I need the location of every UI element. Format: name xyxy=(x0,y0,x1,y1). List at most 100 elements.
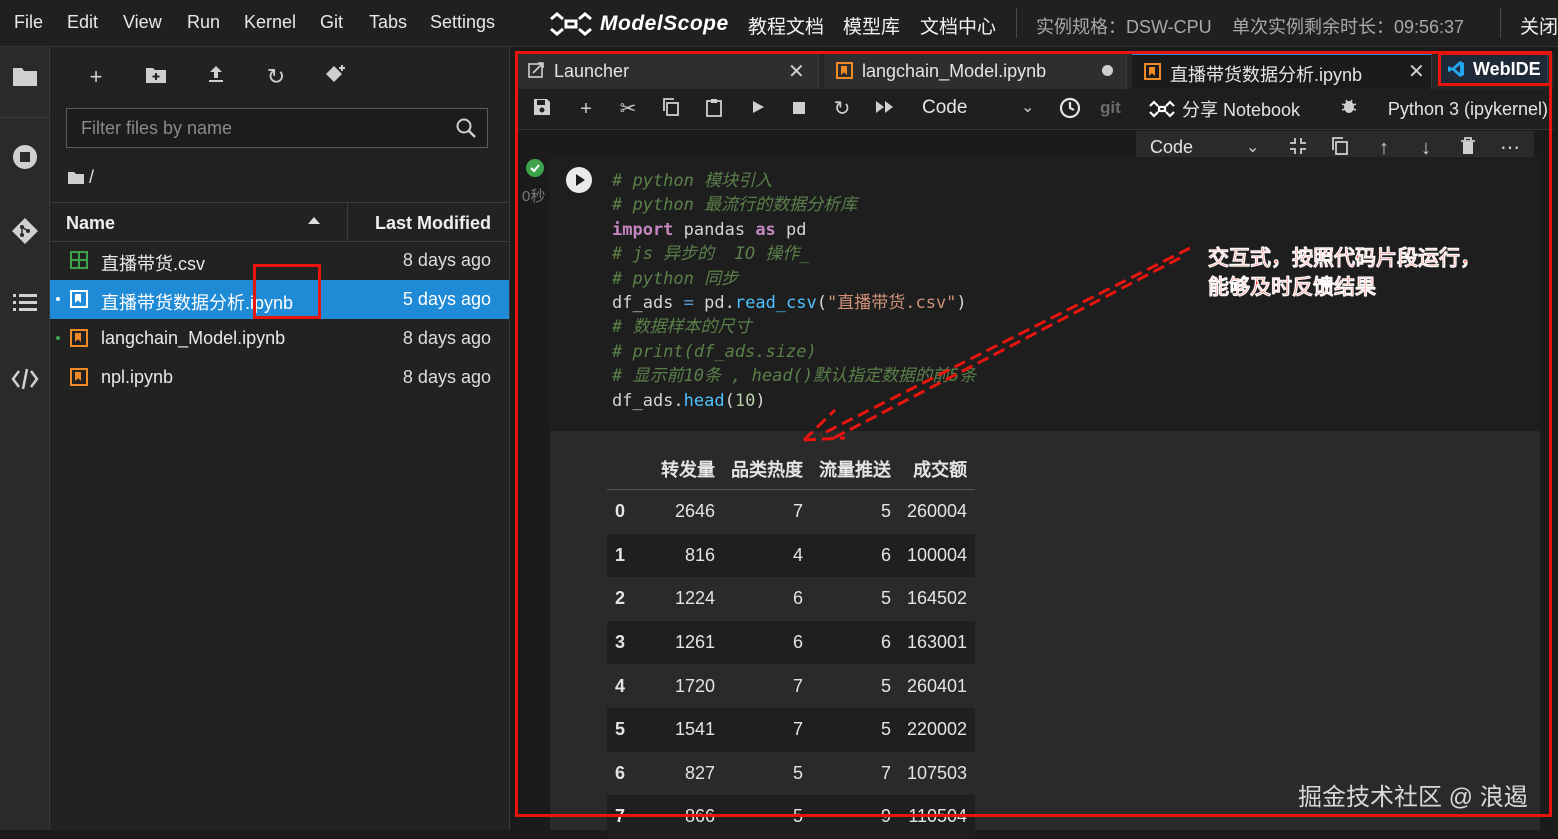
annotation-highlight-box xyxy=(1438,52,1552,86)
filter-files[interactable] xyxy=(66,108,488,148)
table-cell: 220002 xyxy=(899,707,976,752)
save-icon[interactable] xyxy=(530,97,554,121)
modelscope-icon xyxy=(550,12,592,36)
annotation-line: 交互式，按照代码片段运行， xyxy=(1208,247,1482,271)
restart-kernel-icon[interactable]: ↻ xyxy=(830,97,854,121)
table-cell: 6 xyxy=(811,533,899,578)
close-button[interactable]: 关闭 xyxy=(1520,12,1558,39)
divider xyxy=(0,117,49,118)
table-cell: 6 xyxy=(792,588,803,609)
share-notebook-button[interactable]: 分享 Notebook xyxy=(1148,96,1300,122)
column-name[interactable]: Name xyxy=(66,213,115,234)
table-cell: 5 xyxy=(880,588,891,609)
new-folder-icon[interactable] xyxy=(142,63,170,91)
run-cell-button[interactable] xyxy=(566,167,592,193)
notebook-icon xyxy=(70,290,88,308)
table-cell: 1224 xyxy=(674,588,715,609)
menu-file[interactable]: File xyxy=(14,12,43,33)
table-header-row: 转发量 品类热度 流量推送 成交额 xyxy=(607,449,976,490)
cell-type-select[interactable]: Code xyxy=(1150,137,1193,158)
sort-ascending-icon[interactable] xyxy=(308,217,320,224)
row-index: 2 xyxy=(615,588,626,609)
folder-icon xyxy=(68,172,84,184)
close-tab-icon[interactable]: ✕ xyxy=(788,59,805,84)
table-row: 7 866 5 9 110504 xyxy=(607,795,976,839)
run-cell-icon[interactable] xyxy=(746,97,770,121)
code-snippets-icon[interactable] xyxy=(10,367,40,397)
git-clone-icon[interactable] xyxy=(322,63,350,91)
tab-live-commerce-notebook[interactable]: 直播带货数据分析.ipynb ✕ xyxy=(1132,53,1432,89)
cut-icon[interactable]: ✂ xyxy=(616,97,640,121)
table-cell: 7 xyxy=(792,675,803,696)
link-model-library[interactable]: 模型库 xyxy=(843,12,900,39)
file-name: langchain_Model.ipynb xyxy=(101,328,286,348)
menu-view[interactable]: View xyxy=(123,12,162,33)
table-cell: 1541 xyxy=(653,707,723,752)
table-cell: 7 xyxy=(880,762,891,783)
copy-icon[interactable] xyxy=(659,97,683,121)
git-icon[interactable] xyxy=(10,217,40,247)
filter-files-input[interactable] xyxy=(79,117,443,140)
table-cell: 260004 xyxy=(907,501,968,522)
column-divider[interactable] xyxy=(347,203,348,241)
folder-icon[interactable] xyxy=(10,65,40,95)
git-diff-button[interactable]: git xyxy=(1100,98,1121,118)
execution-success-icon xyxy=(526,159,544,177)
close-tab-icon[interactable]: ✕ xyxy=(1408,59,1425,84)
menu-run[interactable]: Run xyxy=(187,12,220,33)
stop-icon[interactable] xyxy=(787,97,811,121)
table-cell: 1720 xyxy=(674,675,715,696)
menu-tabs[interactable]: Tabs xyxy=(369,12,407,33)
file-row[interactable]: npl.ipynb 8 days ago xyxy=(50,358,509,397)
modelscope-logo[interactable]: ModelScope xyxy=(548,10,729,38)
table-row: 3 1261 6 6 163001 xyxy=(607,620,976,665)
table-cell: 5 xyxy=(880,501,891,522)
file-name: npl.ipynb xyxy=(101,367,174,387)
new-launcher-icon[interactable]: + xyxy=(82,63,110,91)
table-cell: 6 xyxy=(811,620,899,665)
table-cell: 9 xyxy=(811,795,899,839)
chevron-down-icon[interactable]: ⌄ xyxy=(1021,97,1034,117)
table-cell: 107503 xyxy=(907,762,968,783)
run-all-icon[interactable] xyxy=(873,97,897,121)
breadcrumb[interactable]: / xyxy=(68,167,94,188)
row-index: 7 xyxy=(607,795,653,839)
link-tutorial-docs[interactable]: 教程文档 xyxy=(748,12,824,39)
link-doc-center[interactable]: 文档中心 xyxy=(920,12,996,39)
menu-edit[interactable]: Edit xyxy=(67,12,98,33)
row-index: 0 xyxy=(615,501,626,522)
refresh-icon[interactable]: ↻ xyxy=(262,63,290,91)
debugger-icon[interactable] xyxy=(1340,97,1358,120)
kernel-name[interactable]: Python 3 (ipykernel) xyxy=(1388,99,1548,120)
menu-kernel[interactable]: Kernel xyxy=(244,12,296,33)
tab-launcher[interactable]: Launcher ✕ xyxy=(516,53,819,89)
menu-settings[interactable]: Settings xyxy=(430,12,495,33)
chevron-down-icon[interactable]: ⌄ xyxy=(1246,137,1259,157)
tab-label: 直播带货数据分析.ipynb xyxy=(1170,65,1363,85)
file-modified: 8 days ago xyxy=(402,328,491,348)
upload-icon[interactable] xyxy=(202,63,230,91)
tab-langchain-model[interactable]: langchain_Model.ipynb xyxy=(824,53,1127,89)
table-cell: 163001 xyxy=(899,620,976,665)
annotation-highlight-box xyxy=(253,264,321,319)
menu-git[interactable]: Git xyxy=(320,12,343,33)
tab-label: langchain_Model.ipynb xyxy=(862,61,1047,81)
table-cell: 1261 xyxy=(653,620,723,665)
row-index: 5 xyxy=(607,707,653,752)
column-last-modified[interactable]: Last Modified xyxy=(375,213,491,234)
index-header xyxy=(607,449,653,490)
launcher-icon xyxy=(528,62,544,78)
unsaved-dot-icon[interactable] xyxy=(1102,65,1113,76)
table-row: 4 1720 7 5 260401 xyxy=(607,664,975,708)
clock-icon[interactable] xyxy=(1058,97,1082,121)
running-kernels-icon[interactable] xyxy=(10,143,40,173)
column-header: 成交额 xyxy=(899,449,976,490)
paste-icon[interactable] xyxy=(702,97,726,121)
file-row[interactable]: langchain_Model.ipynb 8 days ago xyxy=(50,319,509,358)
cell-type-select[interactable]: Code xyxy=(922,97,967,119)
table-of-contents-icon[interactable] xyxy=(10,292,40,322)
insert-cell-icon[interactable]: + xyxy=(574,97,598,121)
table-cell: 827 xyxy=(684,762,715,783)
modelscope-icon xyxy=(1149,100,1175,118)
annotation-text: 交互式，按照代码片段运行， 能够及时反馈结果 xyxy=(1208,244,1482,302)
